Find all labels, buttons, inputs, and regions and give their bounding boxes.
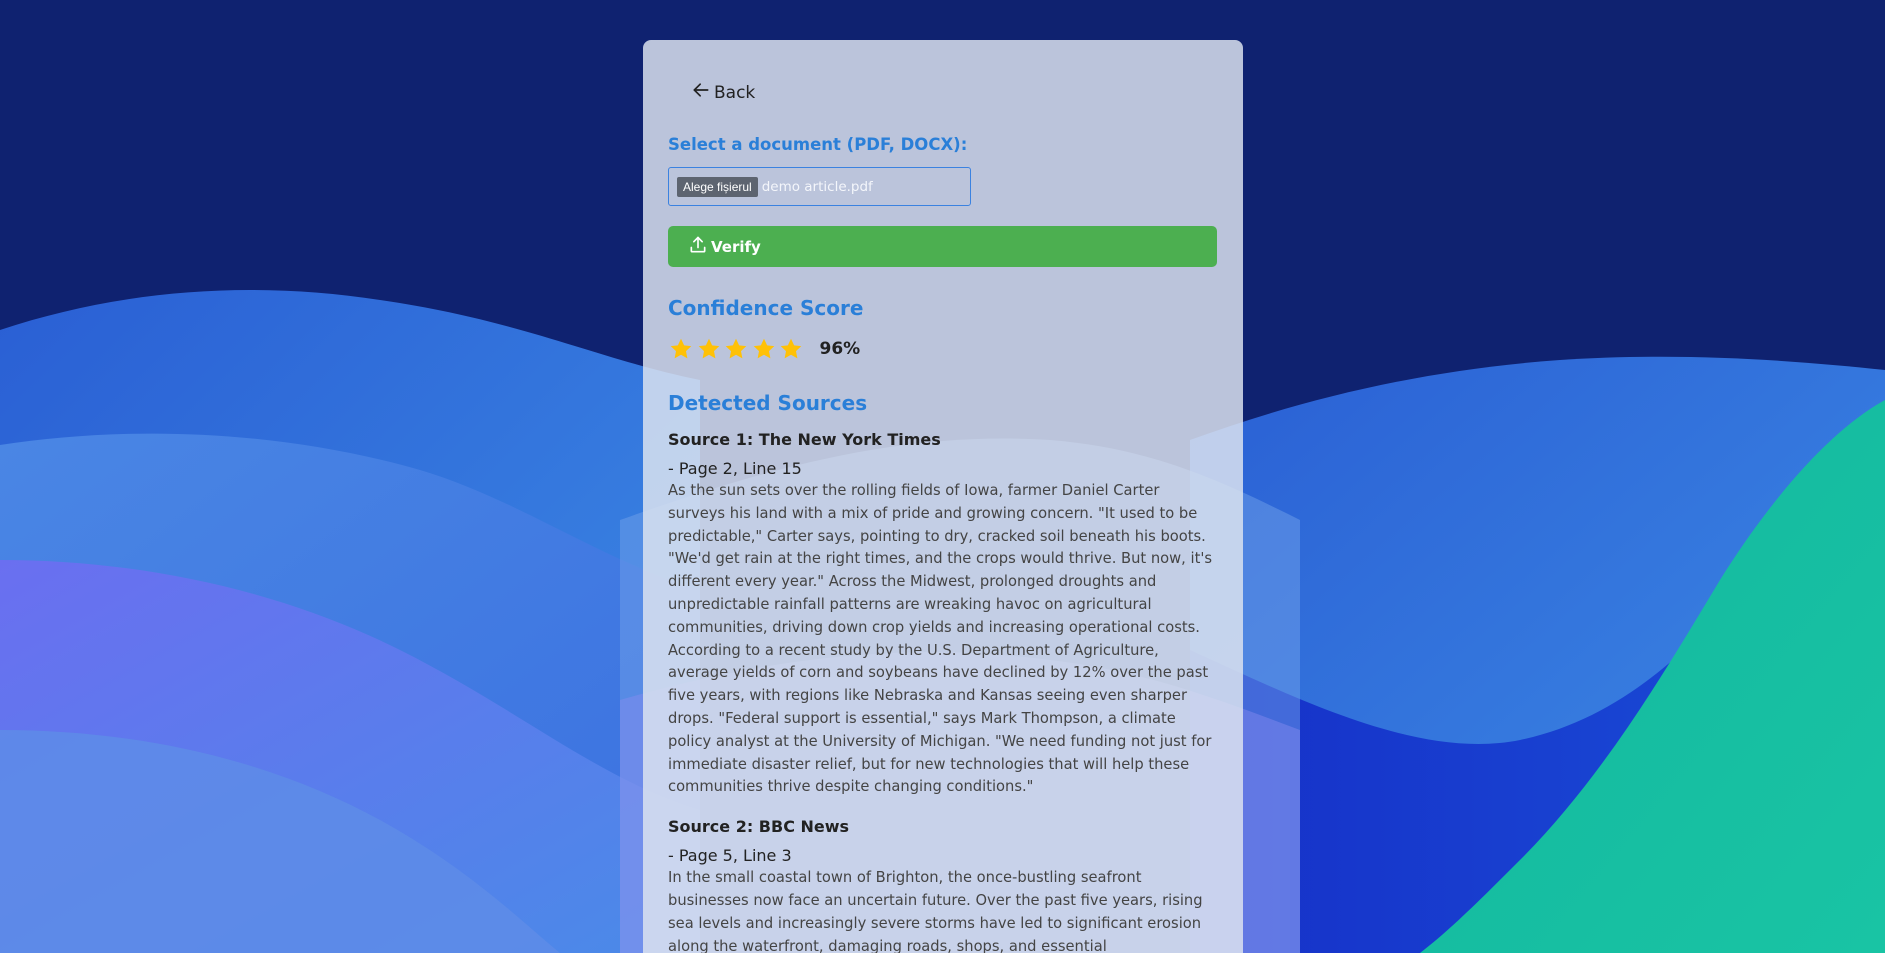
- source-title: Source 1: The New York Times: [668, 430, 941, 449]
- choose-file-button[interactable]: Alege fișierul: [677, 176, 758, 197]
- verification-card: Back Select a document (PDF, DOCX): Aleg…: [643, 40, 1243, 953]
- star-icon: [670, 338, 692, 359]
- confidence-percent: 96%: [819, 339, 861, 359]
- back-label: Back: [714, 82, 756, 103]
- sources-list: Source 1: The New York Times - Page 2, L…: [668, 428, 1220, 953]
- upload-icon: [688, 235, 708, 259]
- detected-sources-heading: Detected Sources: [668, 391, 868, 415]
- verify-label: Verify: [711, 237, 761, 256]
- star-icon: [780, 338, 802, 359]
- star-rating: 96%: [668, 336, 860, 362]
- file-input[interactable]: Alege fișierul demo article.pdf: [668, 167, 971, 206]
- star-icon: [753, 338, 774, 359]
- verify-button[interactable]: Verify: [668, 226, 1217, 267]
- arrow-left-icon: [691, 80, 711, 105]
- source-title: Source 2: BBC News: [668, 817, 850, 837]
- selected-file-name: demo article.pdf: [761, 178, 873, 195]
- star-icon: [725, 338, 747, 359]
- source-excerpt: As the sun sets over the rolling fields …: [668, 482, 1213, 796]
- back-button[interactable]: Back: [691, 80, 755, 105]
- confidence-score-heading: Confidence Score: [668, 296, 864, 320]
- source-item: Source 1: The New York Times - Page 2, L…: [668, 428, 1220, 799]
- source-item: Source 2: BBC News - Page 5, Line 3 In t…: [668, 815, 1220, 953]
- document-select-label: Select a document (PDF, DOCX):: [668, 135, 968, 154]
- source-location: - Page 5, Line 3: [668, 846, 792, 866]
- source-excerpt: In the small coastal town of Brighton, t…: [668, 869, 1203, 953]
- source-location: - Page 2, Line 15: [668, 459, 802, 478]
- star-row: [668, 336, 806, 362]
- star-icon: [698, 338, 719, 359]
